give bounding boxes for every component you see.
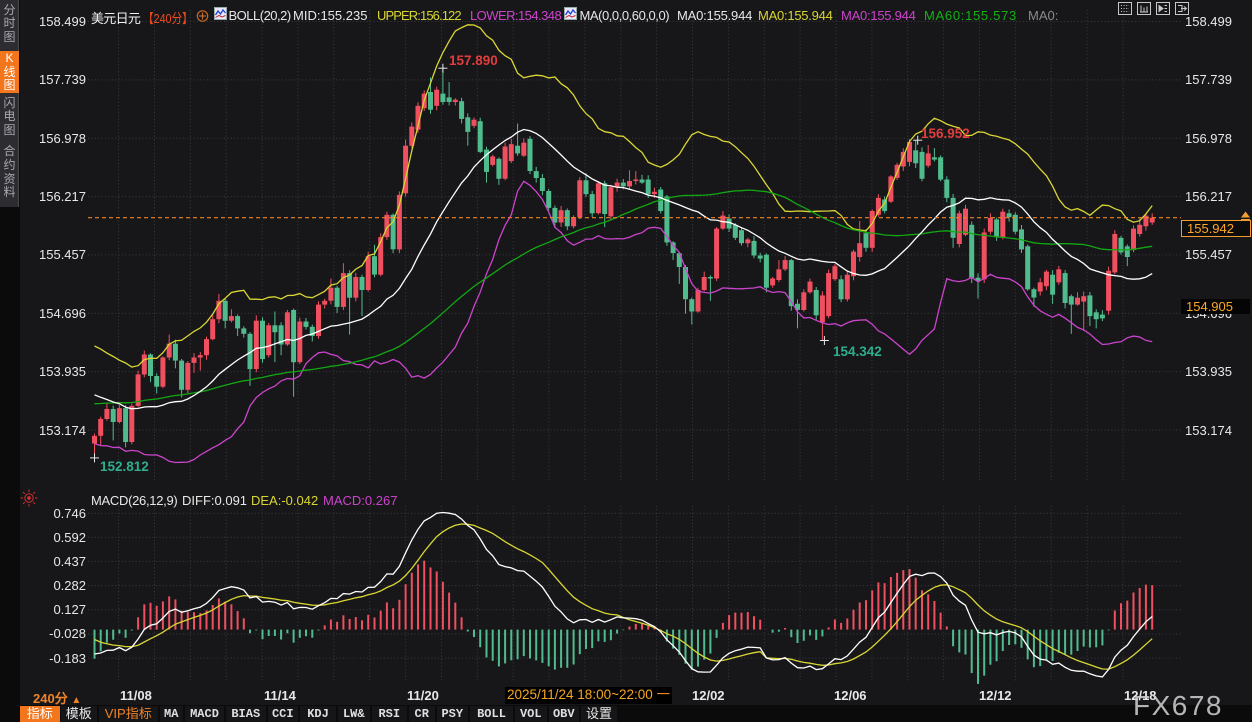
svg-text:154.342: 154.342	[833, 344, 882, 359]
svg-text:156.952: 156.952	[921, 126, 970, 141]
svg-text:152.812: 152.812	[100, 459, 149, 474]
svg-text:157.890: 157.890	[449, 53, 498, 68]
